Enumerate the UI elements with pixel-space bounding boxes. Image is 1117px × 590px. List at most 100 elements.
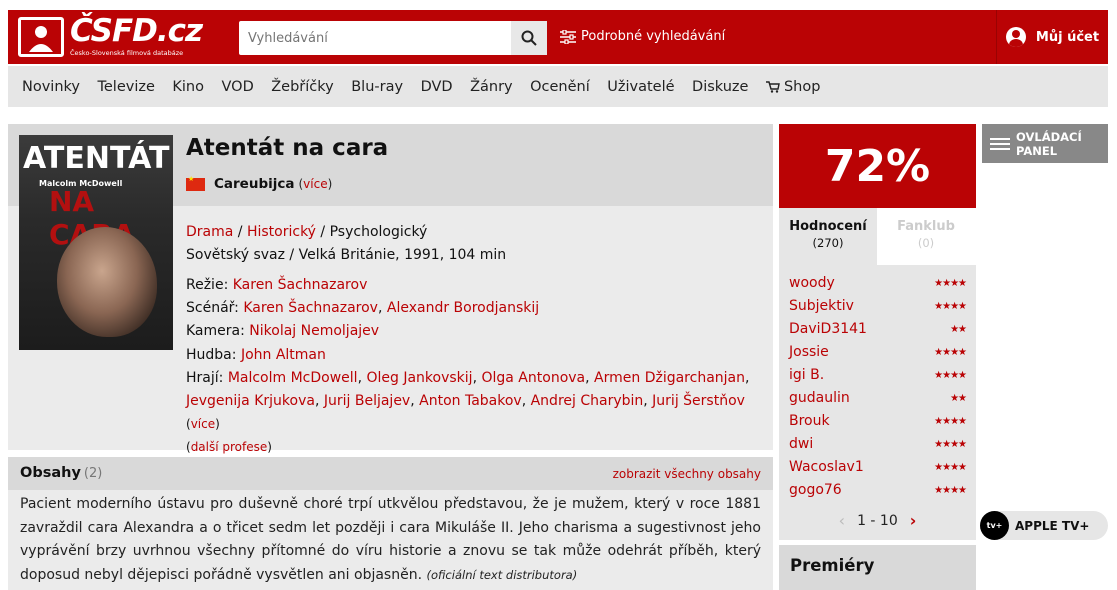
genre-link[interactable]: Historický xyxy=(247,224,316,240)
user-link[interactable]: woody xyxy=(789,275,835,291)
advanced-search-label: Podrobné vyhledávání xyxy=(581,29,726,44)
crew-label: Režie: xyxy=(186,277,229,293)
stars-icon: ★★★★ xyxy=(934,415,967,427)
nav-item-bluray[interactable]: Blu-ray xyxy=(351,79,403,95)
site-logo[interactable]: ČSFD.cz Česko-Slovenská filmová databáze xyxy=(18,13,203,59)
film-info: Drama / Historický / Psychologický Sovět… xyxy=(186,221,766,267)
plot-source: (oficiální text distributora) xyxy=(426,567,578,582)
person-link[interactable]: Anton Tabakov xyxy=(419,393,522,409)
search-input[interactable] xyxy=(239,21,511,55)
user-link[interactable]: dwi xyxy=(789,436,813,452)
crew-label: Kamera: xyxy=(186,323,245,340)
list-item: dwi ★★★★ xyxy=(789,434,967,454)
user-link[interactable]: gudaulin xyxy=(789,390,850,406)
advanced-search-link[interactable]: Podrobné vyhledávání xyxy=(560,29,725,44)
person-link[interactable]: Armen Džigarchanjan xyxy=(594,370,745,386)
user-link[interactable]: Jossie xyxy=(789,344,829,360)
account-button[interactable]: Můj účet xyxy=(996,10,1108,64)
user-link[interactable]: Wacoslav1 xyxy=(789,459,864,475)
control-panel-button[interactable]: OVLÁDACÍ PANEL xyxy=(982,124,1108,163)
person-link[interactable]: Karen Šachnazarov xyxy=(243,300,378,316)
nav-item-oceneni[interactable]: Ocenění xyxy=(530,79,590,95)
premiery-panel: Premiéry xyxy=(779,545,976,590)
person-link[interactable]: Andrej Charybin xyxy=(531,393,644,409)
user-link[interactable]: Subjektiv xyxy=(789,298,854,314)
nav-item-dvd[interactable]: DVD xyxy=(421,79,453,95)
search-box xyxy=(239,21,547,55)
person-link[interactable]: John Altman xyxy=(241,347,326,363)
person-link[interactable]: Nikolaj Nemoljajev xyxy=(249,323,379,339)
plot-panel: Obsahy (2) zobrazit všechny obsahy Pacien… xyxy=(8,457,773,590)
show-all-plots-link[interactable]: zobrazit všechny obsahy xyxy=(613,467,761,481)
sliders-icon xyxy=(560,29,576,44)
genre-link[interactable]: Drama xyxy=(186,224,233,240)
tab-ratings[interactable]: Hodnocení (270) xyxy=(779,208,877,265)
more-professions-link[interactable]: další profese xyxy=(191,440,268,454)
chevron-right-icon[interactable]: › xyxy=(910,511,917,530)
stars-icon: ★★★★ xyxy=(934,346,967,358)
film-panel: ATENTÁT Malcolm McDowell NA CARA Atentát… xyxy=(8,124,773,454)
crew-label: Hrají: xyxy=(186,369,224,386)
crew-label: Hudba: xyxy=(186,346,237,363)
poster-face-image xyxy=(57,227,157,337)
menu-icon xyxy=(990,137,1010,151)
person-link[interactable]: Oleg Jankovskij xyxy=(366,370,472,386)
person-link[interactable]: Jurij Šerstňov xyxy=(652,393,745,409)
main-nav: Novinky Televize Kino VOD Žebříčky Blu-r… xyxy=(8,66,1108,107)
apple-tv-icon: tv+ xyxy=(980,511,1009,540)
site-header: ČSFD.cz Česko-Slovenská filmová databáze… xyxy=(8,10,1108,64)
plot-text: Pacient moderního ústavu pro duševně cho… xyxy=(20,493,761,587)
nav-item-zanry[interactable]: Žánry xyxy=(470,79,513,95)
user-link[interactable]: DaviD3141 xyxy=(789,321,867,337)
control-panel-label: OVLÁDACÍ PANEL xyxy=(1016,129,1082,158)
list-item: Wacoslav1 ★★★★ xyxy=(789,457,967,477)
search-button[interactable] xyxy=(511,21,547,55)
nav-item-zebricky[interactable]: Žebříčky xyxy=(271,79,333,95)
stars-icon: ★★ xyxy=(950,392,967,404)
stars-icon: ★★★★ xyxy=(934,300,967,312)
apple-tv-button[interactable]: tv+ APPLE TV+ xyxy=(980,511,1108,540)
person-link[interactable]: Alexandr Borodjanskij xyxy=(387,300,539,316)
person-link[interactable]: Karen Šachnazarov xyxy=(233,277,368,293)
chevron-left-icon: ‹ xyxy=(838,511,846,530)
nav-item-vod[interactable]: VOD xyxy=(222,79,254,95)
nav-item-shop[interactable]: Shop xyxy=(765,78,821,95)
film-title: Atentát na cara xyxy=(186,135,389,161)
person-link[interactable]: Malcolm McDowell xyxy=(228,370,358,386)
cast-more-link[interactable]: více xyxy=(191,417,215,431)
tab-fanclub-label: Fanklub xyxy=(897,219,955,234)
user-link[interactable]: gogo76 xyxy=(789,482,842,498)
tab-fanclub[interactable]: Fanklub (0) xyxy=(877,208,975,265)
stars-icon: ★★★★ xyxy=(934,277,967,289)
nav-item-uzivatele[interactable]: Uživatelé xyxy=(607,79,674,95)
user-link[interactable]: Brouk xyxy=(789,413,830,429)
rating-percent: 72% xyxy=(779,124,976,208)
premiery-title: Premiéry xyxy=(779,545,976,590)
plot-count: (2) xyxy=(83,466,103,481)
person-link[interactable]: Jevgenija Krjukova xyxy=(186,393,315,409)
stars-icon: ★★★★ xyxy=(934,438,967,450)
nav-item-novinky[interactable]: Novinky xyxy=(22,79,80,95)
nav-item-televize[interactable]: Televize xyxy=(97,79,154,95)
plot-title-text: Obsahy xyxy=(20,465,81,481)
account-label: Můj účet xyxy=(1035,29,1100,45)
list-item: Jossie ★★★★ xyxy=(789,342,967,362)
logo-subtitle: Česko-Slovenská filmová databáze xyxy=(70,49,184,57)
film-poster[interactable]: ATENTÁT Malcolm McDowell NA CARA xyxy=(19,135,173,350)
nav-item-kino[interactable]: Kino xyxy=(172,79,204,95)
list-item: Subjektiv ★★★★ xyxy=(789,296,967,316)
poster-title-top: ATENTÁT xyxy=(23,141,170,176)
rating-tabs: Hodnocení (270) Fanklub (0) xyxy=(779,208,976,265)
alt-title-more-link[interactable]: více xyxy=(303,177,327,191)
person-link[interactable]: Jurij Beljajev xyxy=(324,393,410,409)
flag-icon xyxy=(186,175,205,191)
crew-cast: Hrají: Malcolm McDowell, Oleg Jankovskij… xyxy=(186,369,750,432)
list-item: DaviD3141 ★★ xyxy=(789,319,967,339)
nav-item-diskuze[interactable]: Diskuze xyxy=(692,79,748,95)
crew-music: Hudba: John Altman xyxy=(186,344,766,367)
shop-label: Shop xyxy=(783,78,821,95)
crew-director: Režie: Karen Šachnazarov xyxy=(186,274,766,297)
user-link[interactable]: igi B. xyxy=(789,367,824,383)
person-link[interactable]: Olga Antonova xyxy=(481,370,585,386)
crew-writers: Scénář: Karen Šachnazarov, Alexandr Boro… xyxy=(186,300,540,317)
